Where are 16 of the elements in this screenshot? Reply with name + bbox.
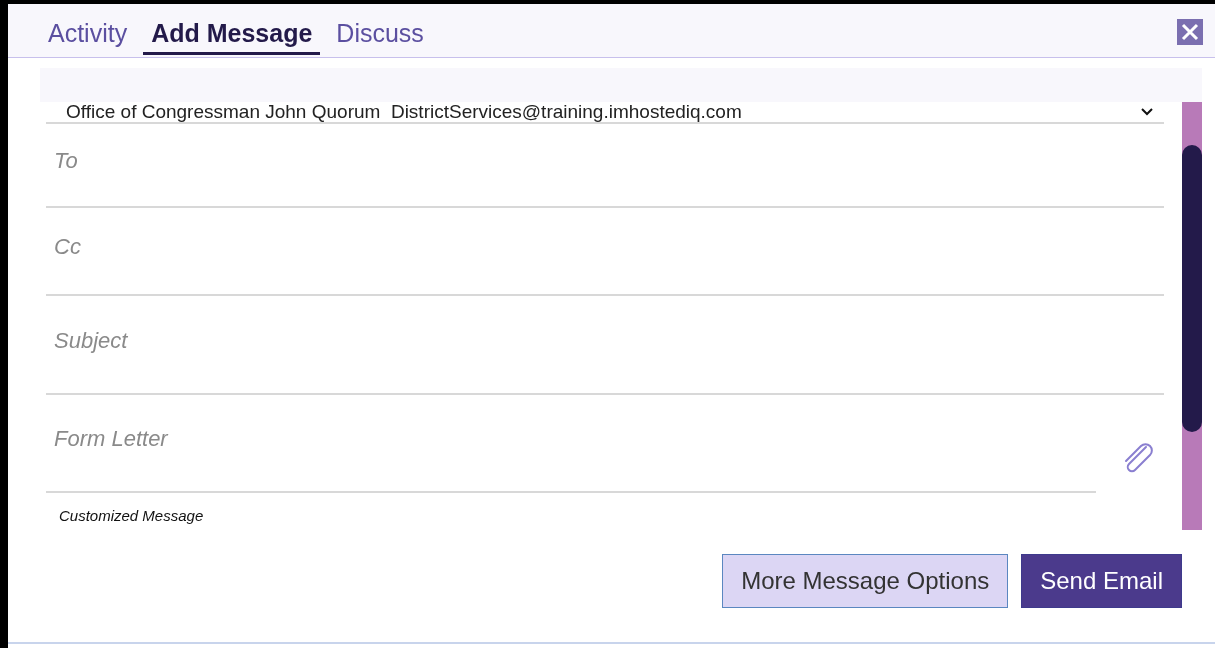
text-field[interactable]: To — [46, 124, 1164, 208]
chevron-down-icon — [1140, 107, 1154, 117]
tab[interactable]: Discuss — [328, 19, 432, 55]
scrollbar-thumb[interactable] — [1182, 145, 1202, 432]
text-field[interactable]: Subject — [46, 296, 1164, 395]
form-letter-field[interactable]: Form Letter — [46, 395, 1096, 493]
tab[interactable]: Activity — [40, 19, 136, 55]
send-button[interactable]: Send Email — [1021, 554, 1182, 608]
tab[interactable]: Add Message — [143, 19, 321, 55]
scrollbar[interactable] — [1182, 102, 1202, 530]
close-icon — [1180, 22, 1200, 42]
text-field[interactable]: Cc — [46, 208, 1164, 296]
close-button[interactable] — [1177, 19, 1203, 45]
customized-message-label: Customized Message — [59, 507, 205, 524]
sender-select[interactable]: Office of Congressman John Quorum DistrictServices@training.imhostediq.com — [46, 102, 1164, 124]
options-button[interactable]: More Message Options — [722, 554, 1009, 608]
